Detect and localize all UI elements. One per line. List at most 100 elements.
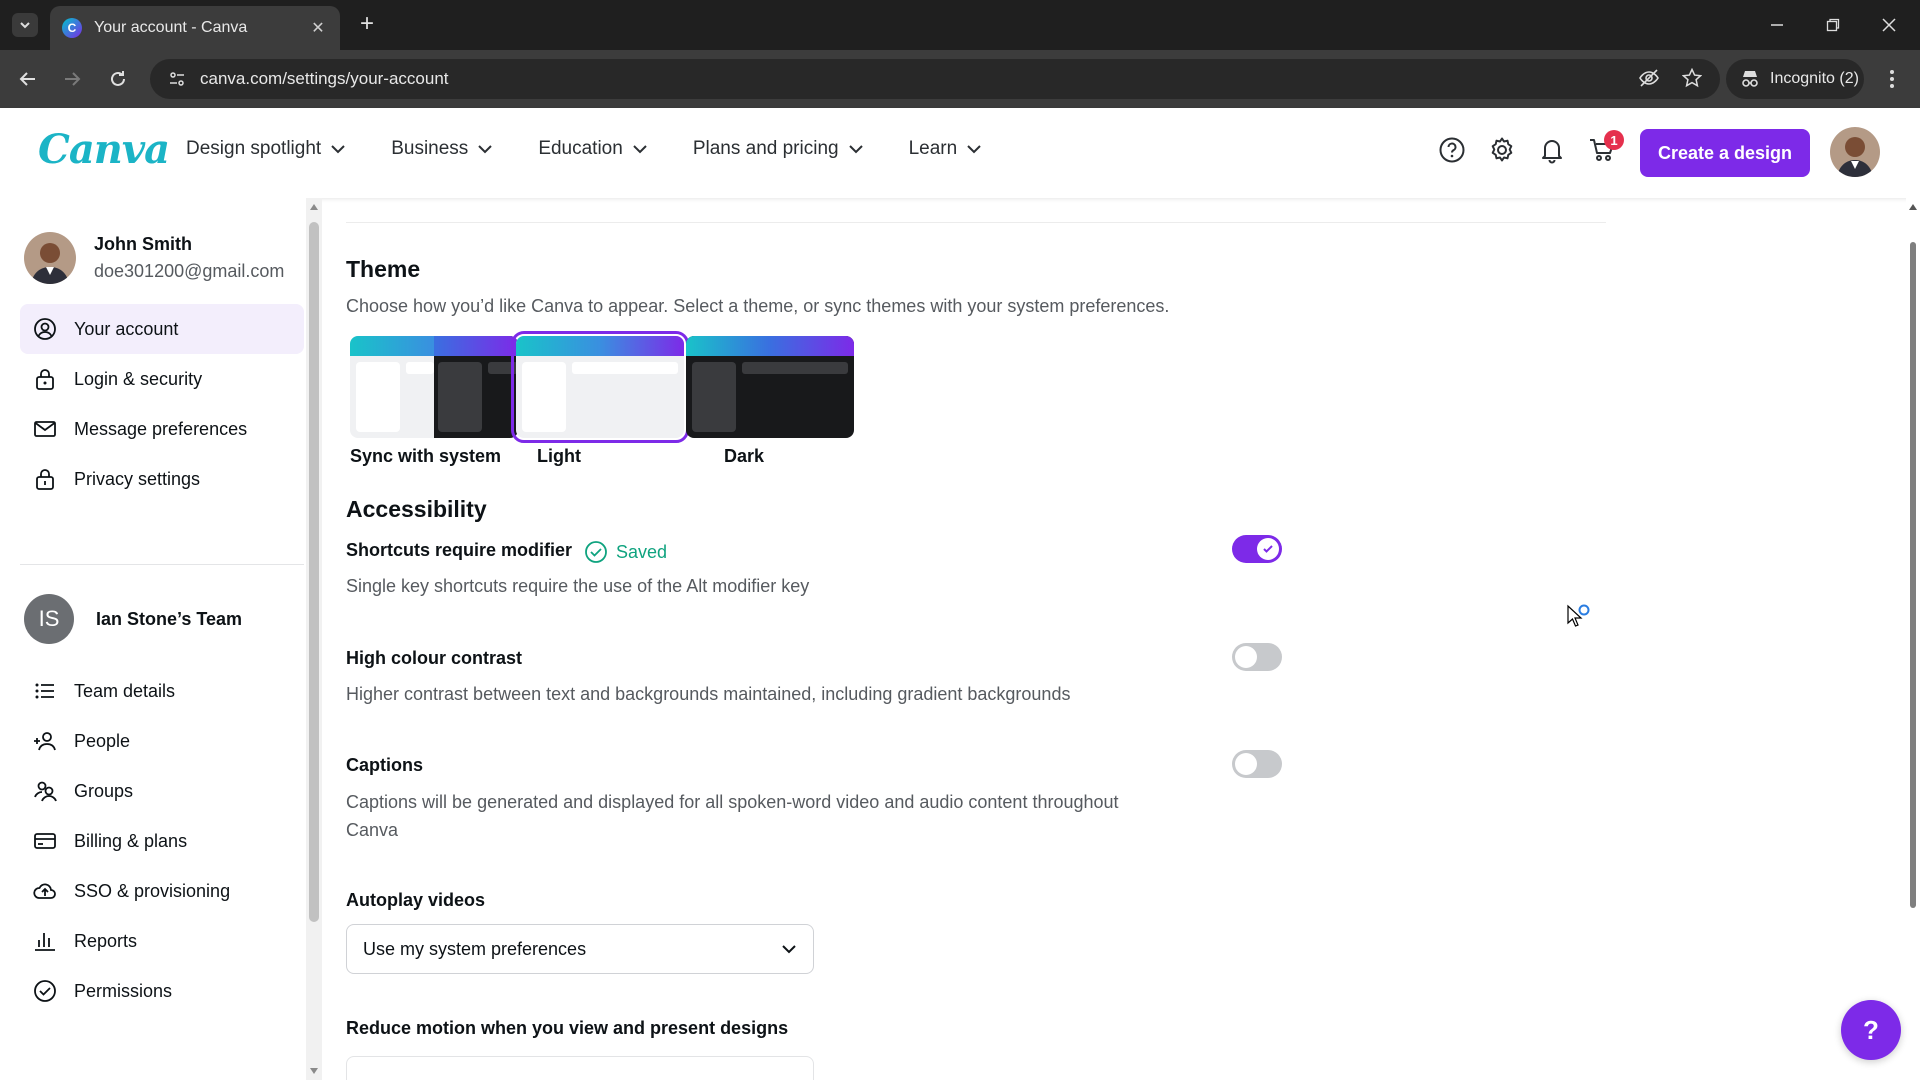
scroll-up-arrow-icon[interactable] [310,204,318,210]
nav-education[interactable]: Education [538,138,647,160]
saved-indicator: Saved [584,540,667,564]
add-person-icon [32,728,58,754]
nav-label: Plans and pricing [692,138,839,159]
autoplay-select[interactable]: Use my system preferences [346,924,814,974]
checkmark-icon [1263,545,1273,553]
notifications-bell-icon[interactable] [1538,136,1566,164]
theme-option-sync[interactable] [350,336,518,438]
main-scroll-thumb[interactable] [1910,242,1916,908]
sidebar-item-label: Billing & plans [74,830,188,851]
star-icon[interactable] [1682,68,1702,88]
arrow-right-icon [65,72,81,86]
user-email: doe301200@gmail.com [94,261,285,281]
tab-list-button[interactable] [12,13,38,37]
browser-address-bar: canva.com/settings/your-account Incognit… [0,50,1920,108]
nav-learn[interactable]: Learn [909,138,982,160]
shortcuts-description: Single key shortcuts require the use of … [346,576,810,596]
back-button[interactable] [14,65,42,93]
sidebar-item-privacy-settings[interactable]: Privacy settings [20,454,304,504]
canva-logo[interactable]: Canva [38,126,170,173]
incognito-badge[interactable]: Incognito (2) [1726,59,1864,99]
accessibility-heading: Accessibility [346,496,487,522]
list-icon [32,678,58,704]
nav-design-spotlight[interactable]: Design spotlight [186,138,345,160]
sidebar-item-label: Login & security [74,368,203,389]
dark-theme-preview [686,336,854,438]
sidebar-item-message-preferences[interactable]: Message preferences [20,404,304,454]
reload-button[interactable] [104,65,132,93]
sidebar-item-label: SSO & provisioning [74,880,231,901]
captions-toggle[interactable] [1232,750,1282,778]
help-fab-button[interactable]: ? [1841,1000,1901,1060]
sidebar-item-team-details[interactable]: Team details [20,666,304,716]
theme-option-dark[interactable] [686,336,854,438]
autoplay-label: Autoplay videos [346,890,486,910]
nav-plans-and-pricing[interactable]: Plans and pricing [693,138,863,160]
restore-icon[interactable] [1818,10,1848,40]
cart-count-badge: 1 [1604,130,1624,150]
nav-label: Learn [908,138,958,159]
sidebar-item-sso-provisioning[interactable]: SSO & provisioning [20,866,304,916]
scroll-down-arrow-icon[interactable] [310,1068,318,1074]
sidebar-item-people[interactable]: People [20,716,304,766]
chevron-down-icon [478,145,493,154]
incognito-icon [1742,71,1758,87]
chevron-down-icon [848,145,863,154]
profile-avatar[interactable] [1830,127,1880,177]
sidebar-item-groups[interactable]: Groups [20,766,304,816]
team-profile[interactable]: IS Ian Stone’s Team [24,594,242,644]
sidebar-divider [20,564,304,565]
minimize-icon[interactable] [1762,10,1792,40]
tab-close-icon[interactable]: ✕ [308,18,328,38]
theme-option-light[interactable] [511,331,689,443]
chevron-down-icon [782,945,796,954]
url-bar[interactable]: canva.com/settings/your-account [150,59,1720,99]
sidebar-item-reports[interactable]: Reports [20,916,304,966]
shortcuts-toggle[interactable] [1232,535,1282,563]
autoplay-select-value: Use my system preferences [363,938,587,959]
mouse-cursor-icon [1566,604,1594,637]
sidebar-item-billing-plans[interactable]: Billing & plans [20,816,304,866]
main-scrollbar[interactable] [1906,198,1920,1080]
reduce-motion-label: Reduce motion when you view and present … [346,1018,789,1038]
close-window-icon[interactable] [1874,10,1904,40]
user-avatar [24,232,76,284]
eye-off-icon[interactable] [1638,67,1660,89]
sync-theme-preview [350,336,518,438]
site-info-icon[interactable] [168,70,186,88]
sidebar-item-permissions[interactable]: Permissions [20,966,304,1016]
team-avatar: IS [24,594,74,644]
settings-main: Theme Choose how you’d like Canva to app… [322,198,1902,1080]
cart-icon[interactable]: 1 [1588,130,1624,164]
sidebar-item-label: People [74,730,131,751]
chevron-down-icon [20,22,30,29]
canva-favicon-icon: C [62,18,82,38]
scroll-up-arrow-icon[interactable] [1909,204,1917,210]
group-icon [32,778,58,804]
new-tab-button[interactable]: + [354,12,380,38]
toggle-knob [1257,538,1279,560]
settings-gear-icon[interactable] [1488,136,1516,164]
browser-tab-active[interactable]: C Your account - Canva ✕ [50,6,340,50]
chevron-down-icon [967,145,981,154]
browser-menu-button[interactable] [1880,67,1904,91]
lock-icon [32,366,58,392]
sidebar-item-login-security[interactable]: Login & security [20,354,304,404]
create-design-button[interactable]: Create a design [1640,129,1810,177]
sidebar-item-your-account[interactable]: Your account [20,304,304,354]
sidebar-item-label: Permissions [74,980,173,1001]
cloud-upload-icon [32,878,58,904]
toggle-knob [1235,646,1257,668]
theme-label-dark: Dark [724,446,765,466]
nav-business[interactable]: Business [391,138,493,160]
bar-chart-icon [32,928,58,954]
sidebar-scrollbar[interactable] [306,198,322,1080]
sidebar-scroll-thumb[interactable] [309,222,319,922]
browser-tab-bar: C Your account - Canva ✕ + [0,0,1920,50]
contrast-description: Higher contrast between text and backgro… [346,684,1071,704]
help-icon[interactable] [1438,136,1466,164]
contrast-toggle[interactable] [1232,643,1282,671]
reduce-motion-select[interactable] [346,1056,814,1080]
forward-button[interactable] [58,65,86,93]
main-nav: Design spotlight Business Education Plan… [186,138,981,160]
